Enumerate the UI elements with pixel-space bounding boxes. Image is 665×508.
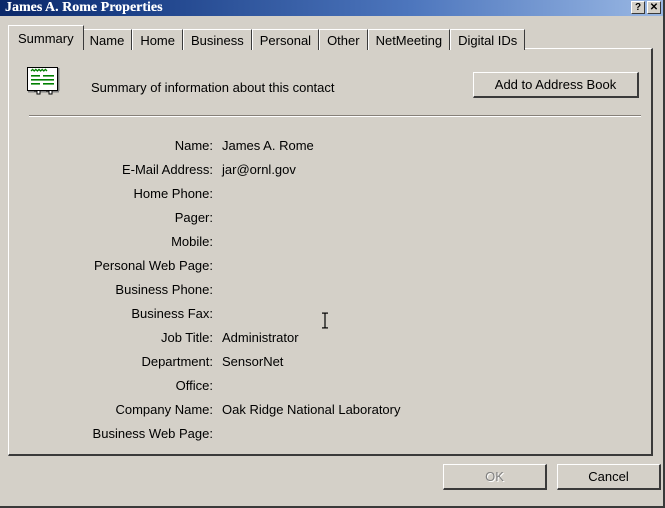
field-value: James A. Rome: [222, 137, 314, 153]
header-separator: [29, 115, 641, 117]
field-row-company-name: Company Name: Oak Ridge National Laborat…: [9, 397, 651, 421]
tab-business[interactable]: Business: [183, 29, 252, 50]
ok-button[interactable]: OK: [443, 464, 547, 490]
field-label: Name:: [174, 137, 213, 153]
field-value: Administrator: [222, 329, 299, 345]
field-label: Business Fax:: [131, 305, 213, 321]
contact-fields-list: Name: James A. Rome E-Mail Address: jar@…: [9, 133, 651, 445]
field-value: SensorNet: [222, 353, 284, 369]
field-row-pager: Pager:: [9, 205, 651, 229]
properties-dialog-window: James A. Rome Properties ? ✕ Summary Nam…: [0, 0, 665, 508]
field-label: Department:: [141, 353, 213, 369]
field-row-mobile: Mobile:: [9, 229, 651, 253]
field-row-business-web-page: Business Web Page:: [9, 421, 651, 445]
field-label: E-Mail Address:: [121, 161, 213, 177]
field-value: Oak Ridge National Laboratory: [222, 401, 401, 417]
tab-strip: Summary Name Home Business Personal Othe…: [8, 25, 526, 50]
text-ibeam-cursor: [321, 312, 329, 329]
field-label: Mobile:: [171, 233, 213, 249]
contact-card-icon: [27, 67, 60, 96]
tab-other[interactable]: Other: [319, 29, 368, 50]
tab-summary[interactable]: Summary: [8, 25, 84, 50]
field-row-personal-web-page: Personal Web Page:: [9, 253, 651, 277]
field-label: Personal Web Page:: [94, 257, 213, 273]
button-label: Cancel: [588, 469, 629, 484]
add-to-address-book-button[interactable]: Add to Address Book: [473, 72, 639, 98]
field-row-department: Department: SensorNet: [9, 349, 651, 373]
field-label: Company Name:: [115, 401, 213, 417]
field-row-business-fax: Business Fax:: [9, 301, 651, 325]
field-row-email-address: E-Mail Address: jar@ornl.gov: [9, 157, 651, 181]
tab-label: Business: [191, 32, 244, 48]
field-label: Pager:: [174, 209, 213, 225]
tab-personal[interactable]: Personal: [251, 29, 320, 50]
field-row-business-phone: Business Phone:: [9, 277, 651, 301]
field-row-office: Office:: [9, 373, 651, 397]
tab-label: Other: [327, 32, 360, 48]
tab-netmeeting[interactable]: NetMeeting: [367, 29, 451, 50]
field-row-home-phone: Home Phone:: [9, 181, 651, 205]
field-label: Business Phone:: [115, 281, 213, 297]
field-row-name: Name: James A. Rome: [9, 133, 651, 157]
cancel-button[interactable]: Cancel: [557, 464, 661, 490]
summary-tab-panel: Summary of information about this contac…: [8, 48, 653, 456]
field-label: Job Title:: [160, 329, 213, 345]
field-label: Business Web Page:: [92, 425, 213, 441]
help-button[interactable]: ?: [631, 1, 645, 14]
dialog-button-row: OK Cancel: [0, 464, 661, 494]
tab-label: NetMeeting: [375, 32, 443, 48]
tab-label: Name: [89, 32, 125, 48]
tab-label: Home: [140, 32, 175, 48]
field-label: Office:: [175, 377, 213, 393]
tab-label: Summary: [18, 30, 74, 46]
tab-digital-ids[interactable]: Digital IDs: [450, 29, 526, 50]
tab-label: Digital IDs: [458, 32, 518, 48]
summary-caption: Summary of information about this contac…: [91, 80, 335, 95]
window-title: James A. Rome Properties: [5, 0, 163, 15]
button-label: Add to Address Book: [494, 77, 617, 92]
field-label: Home Phone:: [133, 185, 214, 201]
field-value: jar@ornl.gov: [222, 161, 296, 177]
close-button[interactable]: ✕: [647, 1, 661, 14]
button-label: OK: [485, 469, 504, 484]
title-bar[interactable]: James A. Rome Properties ? ✕: [0, 0, 663, 16]
title-bar-buttons: ? ✕: [631, 1, 661, 14]
tab-name[interactable]: Name: [81, 29, 133, 50]
field-row-job-title: Job Title: Administrator: [9, 325, 651, 349]
tab-label: Personal: [259, 32, 312, 48]
tab-home[interactable]: Home: [132, 29, 183, 50]
